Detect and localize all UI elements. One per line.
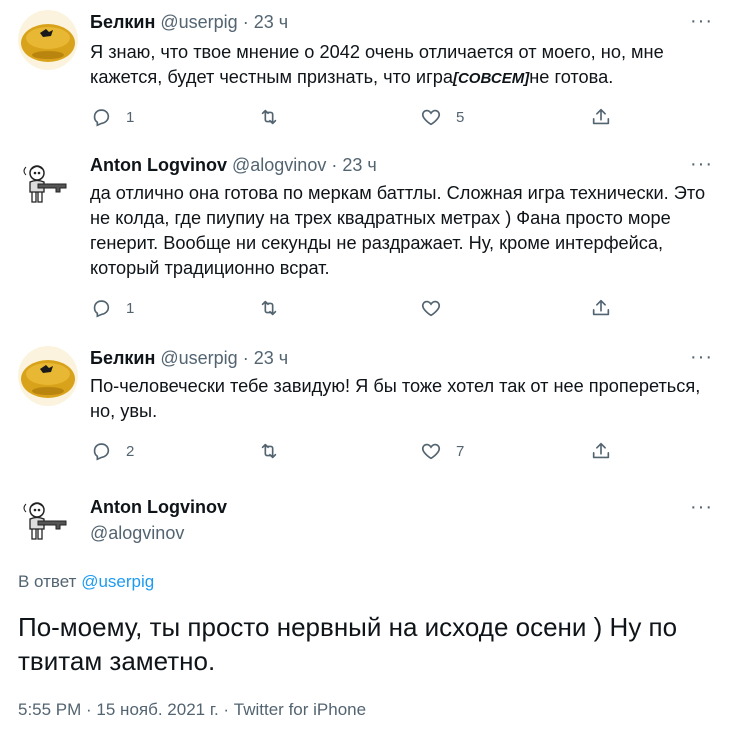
separator-dot: · — [331, 155, 338, 175]
tweet-meta[interactable]: 5:55 PM · 15 нояб. 2021 г. · Twitter for… — [18, 700, 366, 720]
tweet-actions: 1 — [90, 297, 620, 319]
share-icon — [592, 299, 610, 316]
tweet-header: Белкин @userpig · 23 ч — [90, 12, 288, 33]
tweet-text: да отлично она готова по меркам баттлы. … — [90, 183, 706, 278]
timestamp[interactable]: 23 ч — [342, 155, 376, 175]
reply-context: В ответ @userpig — [18, 572, 154, 592]
heart-icon — [421, 443, 441, 460]
separator-dot: · — [242, 12, 249, 32]
main-author-name: Anton Logvinov — [90, 497, 227, 518]
user-handle[interactable]: @alogvinov — [90, 523, 184, 543]
like-count: 7 — [456, 442, 465, 460]
more-dots-icon[interactable]: ··· — [690, 154, 713, 174]
tweet-text-part: не готова. — [529, 67, 614, 87]
share-button[interactable] — [590, 440, 612, 462]
soldier-avatar-icon — [18, 153, 78, 213]
reply-count: 2 — [126, 442, 135, 460]
retweet-icon — [261, 300, 277, 316]
reply-bubble-icon — [93, 109, 110, 127]
share-icon — [592, 108, 610, 125]
more-dots-icon[interactable]: ··· — [690, 11, 713, 31]
reply-handle-link[interactable]: @userpig — [81, 572, 154, 591]
display-name[interactable]: Белкин — [90, 12, 155, 32]
reply-button[interactable]: 1 — [90, 106, 134, 128]
reply-bubble-icon — [93, 300, 110, 318]
retweet-button[interactable] — [258, 440, 280, 462]
like-button[interactable]: 5 — [420, 106, 464, 128]
display-name[interactable]: Anton Logvinov — [90, 497, 227, 517]
pig-avatar-icon — [18, 346, 78, 406]
retweet-icon — [261, 443, 277, 459]
avatar-belkin[interactable] — [18, 346, 78, 406]
like-button[interactable]: 7 — [420, 440, 464, 462]
like-count: 5 — [456, 108, 465, 126]
like-button[interactable] — [420, 297, 442, 319]
reply-button[interactable]: 2 — [90, 440, 134, 462]
tweet-text: Я знаю, что твое мнение о 2042 очень отл… — [90, 40, 710, 91]
display-name[interactable]: Anton Logvinov — [90, 155, 227, 175]
tweet-actions: 1 5 — [90, 106, 620, 128]
avatar-anton[interactable] — [18, 490, 78, 550]
more-dots-icon[interactable]: ··· — [690, 347, 713, 367]
retweet-button[interactable] — [258, 297, 280, 319]
tweet-actions: 2 7 — [90, 440, 620, 462]
timestamp[interactable]: 23 ч — [254, 348, 288, 368]
reply-prefix: В ответ — [18, 572, 77, 591]
more-dots-icon[interactable]: ··· — [690, 497, 713, 517]
avatar-anton[interactable] — [18, 153, 78, 213]
share-icon — [592, 442, 610, 459]
reply-bubble-icon — [93, 443, 110, 461]
retweet-icon — [261, 109, 277, 125]
user-handle[interactable]: @alogvinov — [232, 155, 326, 175]
heart-icon — [421, 109, 441, 126]
tweet-text: По-человечески тебе завидую! Я бы тоже х… — [90, 376, 701, 421]
separator-dot: · — [242, 348, 249, 368]
pig-avatar-icon — [18, 10, 78, 70]
reply-count: 1 — [126, 108, 135, 126]
tweet-header: Белкин @userpig · 23 ч — [90, 348, 288, 369]
reply-count: 1 — [126, 299, 135, 317]
user-handle[interactable]: @userpig — [160, 12, 237, 32]
main-author-handle: @alogvinov — [90, 523, 184, 544]
reply-button[interactable]: 1 — [90, 297, 134, 319]
tweet-header: Anton Logvinov @alogvinov · 23 ч — [90, 155, 377, 176]
heart-icon — [421, 300, 441, 317]
avatar-belkin[interactable] — [18, 10, 78, 70]
share-button[interactable] — [590, 106, 612, 128]
main-tweet-text: По-моему, ты просто нервный на исходе ос… — [18, 612, 678, 676]
tweet-text-insert: [СОВСЕМ] — [452, 70, 530, 87]
display-name[interactable]: Белкин — [90, 348, 155, 368]
user-handle[interactable]: @userpig — [160, 348, 237, 368]
retweet-button[interactable] — [258, 106, 280, 128]
share-button[interactable] — [590, 297, 612, 319]
timestamp[interactable]: 23 ч — [254, 12, 288, 32]
soldier-avatar-icon — [18, 490, 78, 550]
